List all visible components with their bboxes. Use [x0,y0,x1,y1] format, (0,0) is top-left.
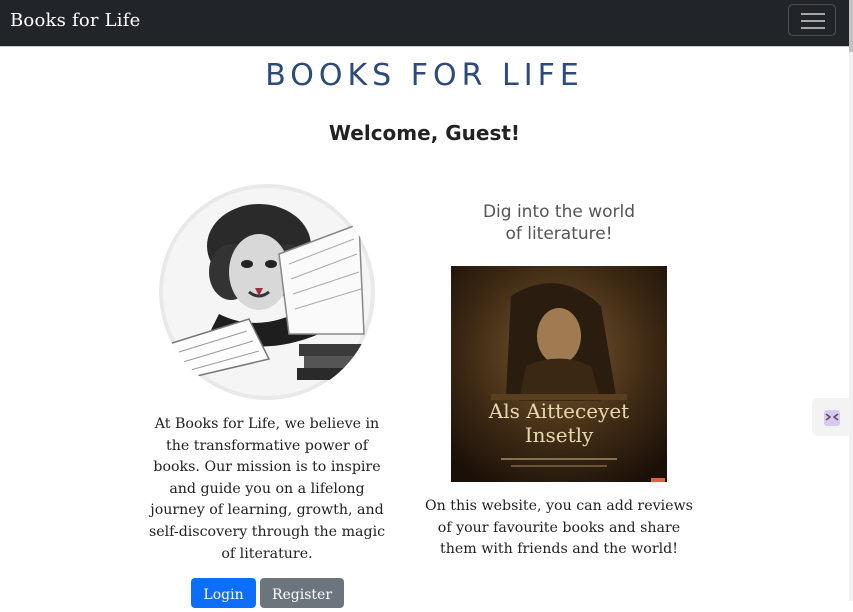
navbar-brand[interactable]: Books for Life [10,10,140,31]
tagline-line-2: of literature! [505,224,613,244]
hamburger-menu-icon [801,13,825,15]
register-button[interactable]: Register [260,578,344,608]
tagline: Dig into the world of literature! [451,201,667,245]
book-cover-title-2: Insetly [525,423,594,447]
widget-icon [824,410,840,426]
book-cover-image: Als Aitteceyet Insetly [451,266,667,482]
hamburger-line [801,27,825,29]
navbar-toggle-button[interactable] [788,4,836,36]
page-scrollbar[interactable] [849,0,853,601]
welcome-message: Welcome, Guest! [328,121,521,145]
shakespeare-portrait-image [159,184,375,400]
mission-statement: At Books for Life, we believe in the tra… [148,416,386,562]
site-description: On this website, you can add reviews of … [425,498,693,558]
scrollbar-thumb[interactable] [849,0,853,52]
tagline-line-1: Dig into the world [482,202,636,222]
book-cover-title-1: Als Aitteceyet [488,399,629,423]
floating-widget[interactable] [812,398,850,436]
page-title: BOOKS FOR LIFE [265,58,584,93]
hamburger-line [801,20,825,22]
login-button[interactable]: Login [191,578,256,608]
top-navbar: Books for Life [0,0,849,47]
